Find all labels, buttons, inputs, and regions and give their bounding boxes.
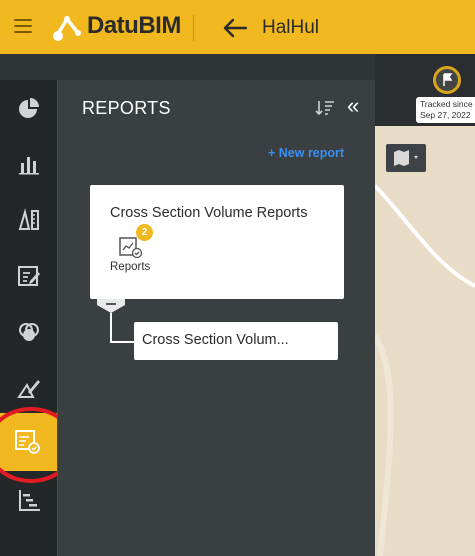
tree-connector-vertical — [110, 313, 112, 343]
tree-connector-horizontal — [110, 341, 134, 343]
child-report-title: Cross Section Volum... — [142, 332, 289, 348]
tracked-flag-marker[interactable] — [433, 66, 461, 94]
rail-item-dashboard[interactable] — [0, 80, 57, 136]
edit-note-icon — [17, 266, 40, 286]
measure-icon — [18, 208, 39, 230]
map-road — [375, 184, 475, 556]
left-icon-rail — [0, 80, 57, 556]
report-sub-label: Reports — [110, 261, 151, 273]
collapse-panel-icon[interactable]: « — [347, 95, 359, 117]
project-name: HalHul — [262, 17, 320, 38]
pie-chart-icon — [18, 98, 39, 118]
map-layer-button[interactable] — [386, 144, 426, 172]
new-report-link[interactable]: + New report — [268, 146, 344, 160]
flag-icon — [443, 73, 453, 86]
report-group-title: Cross Section Volume Reports — [110, 205, 308, 221]
bar-chart-icon — [18, 157, 39, 175]
app-logo-text: DatuBIM — [87, 12, 181, 39]
header-divider — [193, 15, 194, 41]
sort-icon[interactable] — [315, 98, 335, 116]
reports-panel: REPORTS « + New report Cross Section Vol… — [57, 80, 375, 556]
rail-item-notes[interactable] — [0, 248, 57, 304]
rail-item-analytics[interactable] — [0, 136, 57, 192]
child-report-card[interactable]: Cross Section Volum... — [134, 322, 338, 360]
annotate-icon — [16, 380, 40, 398]
datubim-logo-icon — [53, 16, 81, 41]
rail-item-layers[interactable] — [0, 304, 57, 360]
report-count-badge: 2 — [136, 224, 153, 241]
top-bar: DatuBIM HalHul — [0, 0, 475, 54]
report-group-card[interactable]: Cross Section Volume Reports 2 Reports — [90, 185, 344, 299]
tracked-label-line2: Sep 27, 2022 — [420, 110, 471, 120]
gantt-icon — [18, 490, 40, 511]
back-arrow-icon[interactable] — [222, 17, 248, 39]
layers-circles-icon — [18, 323, 39, 341]
map-icon — [394, 150, 418, 166]
hamburger-menu-icon[interactable] — [14, 19, 32, 33]
tracked-since-tooltip: Tracked since Sep 27, 2022 — [416, 97, 475, 123]
rail-item-measure[interactable] — [0, 192, 57, 248]
tracked-label-line1: Tracked since — [420, 99, 473, 109]
map-view[interactable]: Tracked since Sep 27, 2022 — [375, 54, 475, 556]
tree-collapse-handle[interactable] — [97, 299, 125, 313]
panel-title: REPORTS — [82, 98, 171, 118]
